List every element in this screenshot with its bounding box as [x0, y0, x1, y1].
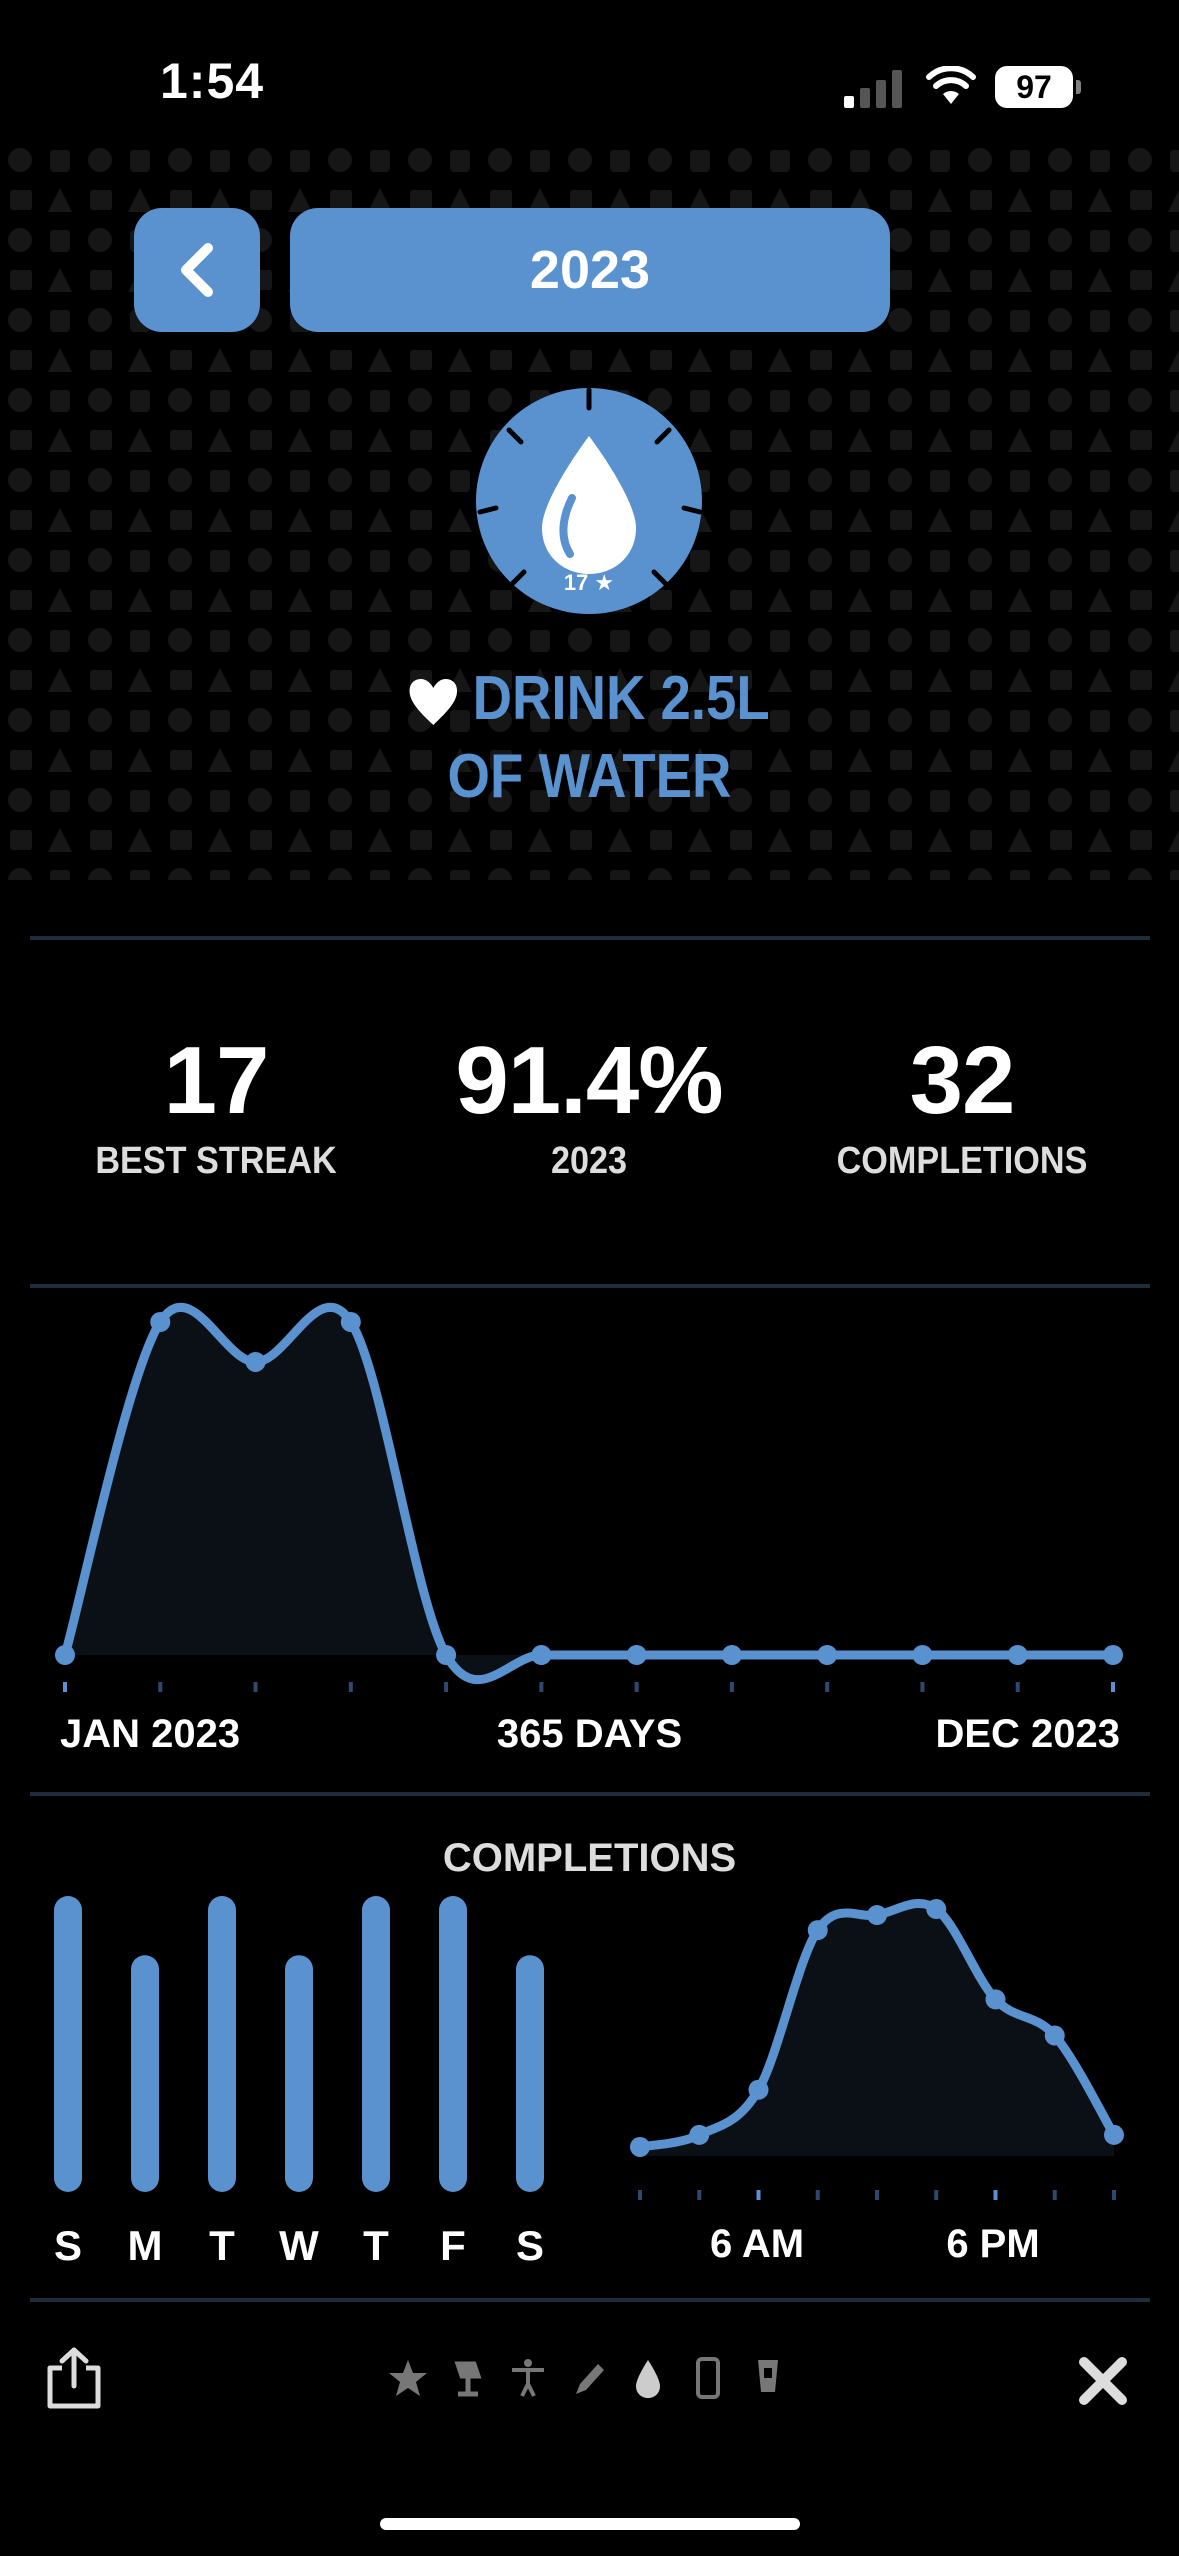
- chart-point: [689, 2124, 710, 2145]
- pencil-icon[interactable]: [568, 2356, 608, 2400]
- weekday-label: M: [127, 2222, 163, 2269]
- weekday-label: F: [440, 2222, 466, 2269]
- cup-icon[interactable]: [748, 2356, 788, 2400]
- chart-point: [340, 1312, 361, 1332]
- chart-point: [630, 2136, 650, 2157]
- best-streak-label: BEST STREAK: [95, 1140, 337, 1182]
- weekday-bar-chart: [54, 1896, 544, 2192]
- chart-point: [531, 1645, 552, 1665]
- weekday-bar: [285, 1955, 313, 2192]
- chart-end-label: DEC 2023: [935, 1712, 1120, 1756]
- star-icon[interactable]: [388, 2356, 428, 2400]
- status-time: 1:54: [160, 53, 265, 109]
- weekday-bar: [54, 1896, 82, 2192]
- weekday-label: W: [279, 2222, 319, 2269]
- share-icon[interactable]: [44, 2346, 104, 2410]
- completion-rate-value: 91.4%: [455, 1027, 723, 1134]
- signal-icon: [844, 70, 902, 108]
- weekday-label: S: [515, 2222, 544, 2269]
- close-icon[interactable]: [1078, 2356, 1128, 2406]
- home-indicator: [380, 2518, 800, 2530]
- wifi-icon: [926, 66, 976, 104]
- figure-icon[interactable]: [508, 2356, 548, 2400]
- completions-label: COMPLETIONS: [836, 1140, 1088, 1182]
- chart-point: [867, 1905, 887, 1926]
- heart-icon: [409, 678, 457, 725]
- divider: [30, 1792, 1150, 1796]
- time-of-day-chart: [630, 1899, 1124, 2200]
- year-selector-button[interactable]: 2023: [290, 208, 890, 332]
- chart-point: [748, 2079, 769, 2100]
- chart-point: [245, 1351, 266, 1372]
- chart-point: [1104, 2124, 1124, 2145]
- badge-streak-count: 17 ★: [563, 570, 615, 595]
- weekday-label: T: [363, 2222, 389, 2269]
- completion-rate-label: 2023: [550, 1140, 628, 1182]
- chart-point: [1007, 1645, 1028, 1665]
- chart-point: [1103, 1645, 1123, 1665]
- divider: [30, 936, 1150, 940]
- best-streak-value: 17: [163, 1027, 270, 1134]
- chart-area-fill: [65, 1307, 1113, 1680]
- divider: [30, 1284, 1150, 1288]
- chart-point: [807, 1920, 828, 1941]
- weekday-bar: [362, 1896, 390, 2192]
- battery-indicator: 97: [995, 66, 1081, 108]
- chart-point: [55, 1645, 75, 1665]
- chart-point: [1044, 2025, 1065, 2046]
- weekday-label: T: [209, 2222, 235, 2269]
- water-drop-icon[interactable]: [628, 2356, 668, 2400]
- time-label-6am: 6 AM: [709, 2222, 805, 2266]
- chart-point: [912, 1645, 933, 1665]
- back-button[interactable]: [134, 208, 260, 332]
- completions-value: 32: [909, 1027, 1016, 1134]
- chart-point: [926, 1899, 947, 1920]
- habit-title-line2: OF WATER: [447, 742, 732, 811]
- habit-title: DRINK 2.5L OF WATER: [71, 660, 1109, 816]
- chart-point: [436, 1645, 457, 1665]
- chart-point: [626, 1645, 647, 1665]
- chevron-left-icon: [181, 243, 213, 297]
- habit-title-line1: DRINK 2.5L: [472, 664, 770, 733]
- lamp-icon[interactable]: [448, 2356, 488, 2400]
- weekday-bar: [516, 1955, 544, 2192]
- phone-icon[interactable]: [688, 2356, 728, 2400]
- yearly-progress-chart: [55, 1302, 1123, 1692]
- chart-point: [721, 1645, 742, 1665]
- chart-point: [817, 1645, 838, 1665]
- chart-point: [985, 1989, 1006, 2010]
- weekday-bar: [439, 1896, 467, 2192]
- weekday-label: S: [53, 2222, 82, 2269]
- weekday-bar: [208, 1896, 236, 2192]
- completions-title: COMPLETIONS: [442, 1836, 737, 1880]
- time-label-6pm: 6 PM: [946, 2222, 1040, 2266]
- divider: [30, 2298, 1150, 2302]
- weekday-bar: [131, 1955, 159, 2192]
- chart-point: [150, 1312, 171, 1332]
